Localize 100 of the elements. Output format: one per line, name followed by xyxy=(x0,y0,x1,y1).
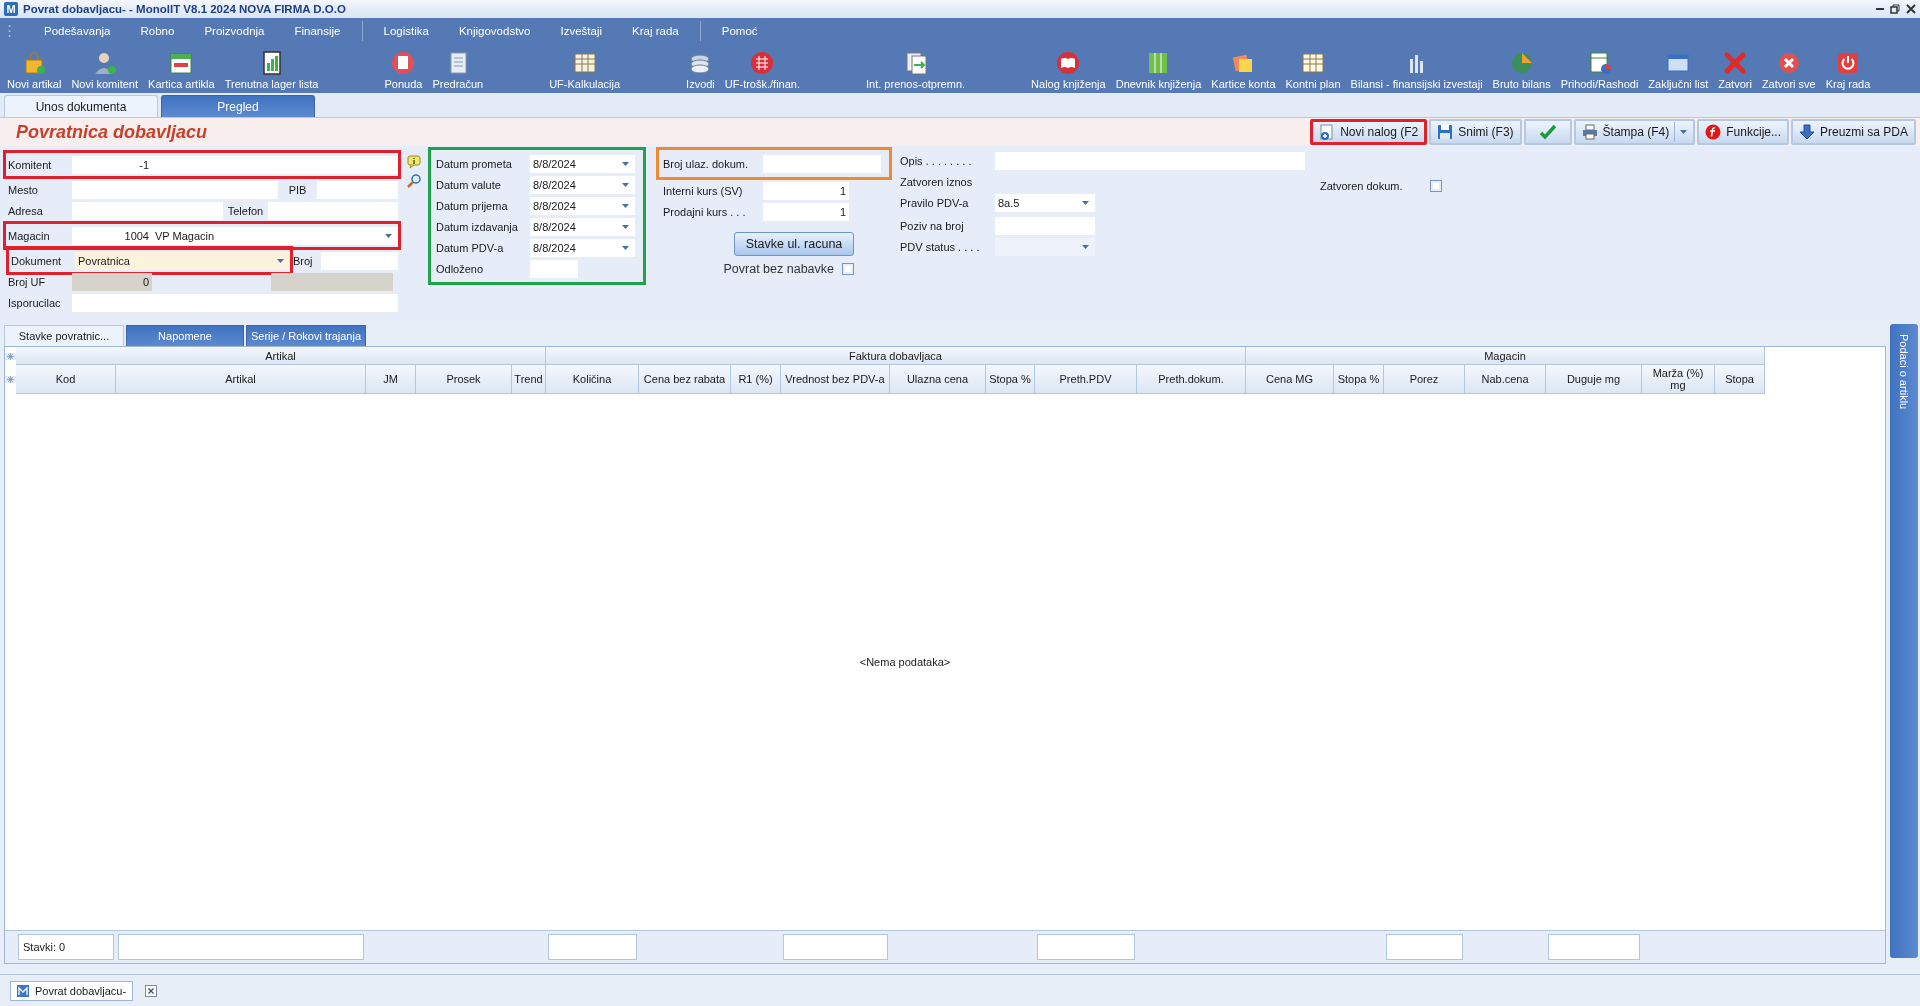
toolbar-button[interactable]: Zaključni list xyxy=(1643,51,1714,90)
toolbar-button[interactable]: Bruto bilans xyxy=(1487,51,1556,90)
menu-item[interactable]: Knjigovodstvo xyxy=(443,20,546,42)
column-header[interactable]: Stopa % xyxy=(986,365,1035,394)
column-header[interactable]: JM xyxy=(366,365,416,394)
menu-item[interactable]: Kraj rada xyxy=(617,20,694,42)
window-title: Povrat dobavljacu- - MonolIT V8.1 2024 NOVA FIRMA D.O.O xyxy=(23,3,347,15)
text-field[interactable] xyxy=(321,251,398,270)
column-header[interactable]: Stopa xyxy=(1715,365,1765,394)
toolbar-button[interactable]: Bilansi - finansijski izvestaji xyxy=(1345,51,1488,90)
menu-item[interactable]: Podešavanja xyxy=(29,20,126,42)
items-button[interactable]: Stavke ul. racuna xyxy=(734,232,854,256)
toolbar-button[interactable]: Int. prenos-otpremn. xyxy=(861,51,971,90)
toolbar-button[interactable]: Snimi (F3) xyxy=(1429,119,1522,145)
column-header[interactable]: Količina xyxy=(546,365,639,394)
column-header[interactable]: Duguje mg xyxy=(1546,365,1642,394)
column-header[interactable]: Porez xyxy=(1384,365,1465,394)
dropdown-field[interactable]: Povratnica xyxy=(75,251,290,270)
window-tab[interactable]: Povrat dobavljacu- xyxy=(10,980,134,1001)
field-label: Adresa xyxy=(7,204,44,217)
column-header[interactable]: R1 (%) xyxy=(731,365,781,394)
field-label: Datum prometa xyxy=(436,157,513,170)
column-header[interactable]: Artikal xyxy=(116,365,366,394)
toolbar-button[interactable]: Nalog knjiženja xyxy=(1026,51,1111,90)
checkbox[interactable] xyxy=(842,262,854,275)
column-header[interactable]: Kod xyxy=(16,365,116,394)
toolbar-button[interactable]: Preuzmi sa PDA xyxy=(1790,119,1916,145)
tab[interactable]: Napomene xyxy=(126,325,244,346)
column-header[interactable]: Stopa % xyxy=(1334,365,1384,394)
dropdown-field[interactable]: 8/8/2024 xyxy=(530,217,635,236)
column-header[interactable]: Trend xyxy=(512,365,546,394)
column-header[interactable]: Prosek xyxy=(416,365,512,394)
menu-item[interactable]: Finansije xyxy=(279,20,356,42)
toolbar-button[interactable]: Dnevnik knjiženja xyxy=(1110,51,1207,90)
side-panel-tab[interactable]: Podaci o artiklu xyxy=(1890,324,1918,958)
field-label: Broj xyxy=(293,254,314,267)
toolbar-button[interactable]: Prihodi/Rashodi xyxy=(1555,51,1644,90)
column-header[interactable]: Cena bez rabata xyxy=(639,365,731,394)
toolbar-button[interactable]: Funkcije... xyxy=(1697,119,1789,145)
tab[interactable]: Pregled xyxy=(161,95,315,117)
checkbox[interactable] xyxy=(1430,180,1442,192)
text-field[interactable] xyxy=(995,216,1095,235)
toolbar-button[interactable]: Novi nalog (F2 xyxy=(1310,119,1428,145)
toolbar-button[interactable] xyxy=(1523,119,1572,145)
menu-item[interactable]: Logistika xyxy=(368,20,444,42)
column-header[interactable]: Cena MG xyxy=(1246,365,1334,394)
text-field[interactable] xyxy=(317,180,398,199)
text-field[interactable] xyxy=(995,151,1305,170)
power-icon xyxy=(1836,51,1860,75)
menu-item[interactable]: Pomoć xyxy=(706,20,773,42)
toolbar-button[interactable]: Štampa (F4) xyxy=(1573,119,1696,145)
text-field[interactable] xyxy=(271,272,393,291)
dropdown-field[interactable]: 8a.5 xyxy=(995,193,1095,212)
toolbar-button[interactable]: Trenutna lager lista xyxy=(219,51,324,90)
column-header[interactable]: Vrednost bez PDV-a xyxy=(781,365,890,394)
caret-icon xyxy=(1680,130,1688,134)
tab[interactable]: Stavke povratnic... xyxy=(4,325,124,346)
dropdown-field[interactable] xyxy=(995,237,1095,256)
toolbar-button[interactable]: Kraj rada xyxy=(1820,51,1876,90)
dropdown-field[interactable]: 8/8/2024 xyxy=(530,196,635,215)
toolbar-button[interactable]: Novi komitent xyxy=(66,51,144,90)
toolbar-button[interactable]: Zatvori sve xyxy=(1756,51,1821,90)
text-field[interactable] xyxy=(72,293,127,312)
column-header[interactable]: Preth.dokum. xyxy=(1137,365,1246,394)
text-field[interactable] xyxy=(72,201,223,220)
toolbar-button[interactable]: Kartica artikla xyxy=(143,51,220,90)
toolbar-button[interactable]: UF-Kalkulacija xyxy=(544,51,626,90)
menu-item[interactable]: Proizvodnja xyxy=(189,20,280,42)
toolbar-button[interactable]: Kartice konta xyxy=(1206,51,1281,90)
text-field[interactable] xyxy=(268,201,398,220)
text-field[interactable]: 1 xyxy=(763,202,849,221)
field-label: Isporucilac xyxy=(7,296,62,309)
column-header[interactable]: Marža (%) mg xyxy=(1642,365,1715,394)
dropdown-field[interactable]: VP Magacin xyxy=(152,226,398,245)
toolbar-button[interactable]: Predračun xyxy=(427,51,489,90)
toolbar-button[interactable]: Kontni plan xyxy=(1280,51,1346,90)
dropdown-field[interactable]: 8/8/2024 xyxy=(530,238,635,257)
text-field[interactable] xyxy=(127,293,398,312)
text-field[interactable] xyxy=(763,154,881,173)
dropdown-field[interactable]: 8/8/2024 xyxy=(530,154,635,173)
text-field[interactable] xyxy=(72,180,278,199)
text-field[interactable] xyxy=(530,259,578,278)
toolbar-button[interactable]: Izvodi xyxy=(681,51,720,90)
toolbar-button[interactable]: Zatvori xyxy=(1713,51,1757,90)
window-icon xyxy=(1666,51,1691,75)
text-field[interactable] xyxy=(152,155,398,174)
toolbar-button[interactable]: UF-trošk./finan. xyxy=(719,51,805,90)
column-header[interactable]: Preth.PDV xyxy=(1035,365,1137,394)
tab[interactable]: Serije / Rokovi trajanja xyxy=(246,325,367,346)
toolbar-button[interactable]: Ponuda xyxy=(379,51,428,90)
tab[interactable]: Unos dokumenta xyxy=(4,95,158,117)
menu-item[interactable]: Robno xyxy=(125,20,190,42)
toolbar-button[interactable]: Novi artikal xyxy=(2,51,67,90)
text-field[interactable]: -1 xyxy=(72,155,152,174)
dropdown-field[interactable]: 8/8/2024 xyxy=(530,175,635,194)
text-field[interactable]: 1004 xyxy=(72,226,152,245)
text-field[interactable]: 1 xyxy=(763,181,849,200)
menu-item[interactable]: Izveštaji xyxy=(545,20,618,42)
column-header[interactable]: Ulazna cena xyxy=(890,365,986,394)
column-header[interactable]: Nab.cena xyxy=(1465,365,1546,394)
